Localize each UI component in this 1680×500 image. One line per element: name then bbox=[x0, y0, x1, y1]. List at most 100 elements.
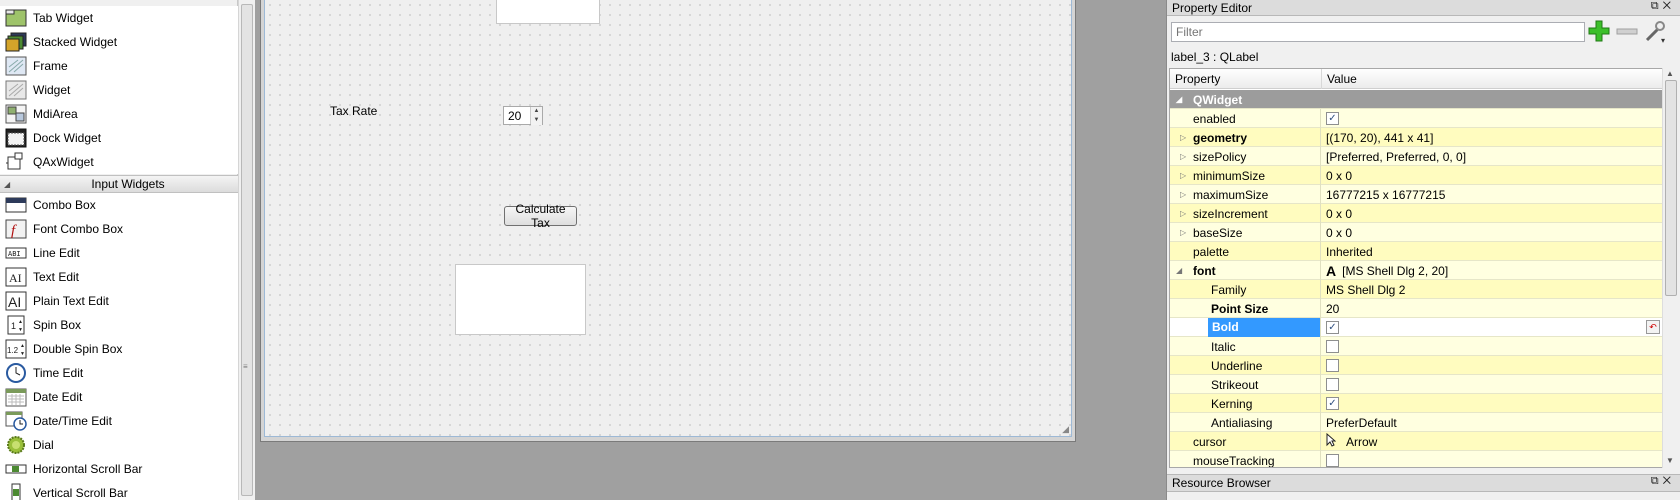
spin-down-icon[interactable]: ▼ bbox=[531, 116, 542, 125]
expand-arrow-icon[interactable]: ▷ bbox=[1180, 209, 1186, 218]
property-value[interactable]: [(170, 20), 441 x 41] bbox=[1326, 131, 1433, 145]
widget-item-vertical-scroll-bar[interactable]: Vertical Scroll Bar bbox=[0, 481, 238, 500]
widget-item-plain-text-edit[interactable]: AI Plain Text Edit bbox=[0, 289, 238, 313]
property-value[interactable]: [MS Shell Dlg 2, 20] bbox=[1342, 264, 1448, 278]
property-row-antialiasing[interactable]: Antialiasing PreferDefault bbox=[1170, 413, 1662, 432]
property-value[interactable]: Inherited bbox=[1326, 245, 1373, 259]
bold-checkbox[interactable]: ✓ bbox=[1326, 321, 1339, 334]
float-icon[interactable]: ⧉ bbox=[1651, 0, 1663, 12]
widget-item-line-edit[interactable]: ABI Line Edit bbox=[0, 241, 238, 265]
tax-rate-spinbox[interactable]: 20 ▲ ▼ bbox=[503, 106, 543, 125]
spinbox-buttons[interactable]: ▲ ▼ bbox=[530, 107, 542, 125]
scrollbar-thumb[interactable] bbox=[1665, 80, 1677, 296]
widget-item-text-edit[interactable]: AI Text Edit bbox=[0, 265, 238, 289]
expand-arrow-icon[interactable]: ▷ bbox=[1180, 190, 1186, 199]
property-row-underline[interactable]: Underline bbox=[1170, 356, 1662, 375]
property-row-bold[interactable]: Bold ✓ ↶ bbox=[1170, 318, 1662, 337]
svg-text:▲: ▲ bbox=[20, 343, 25, 349]
property-row-strikeout[interactable]: Strikeout bbox=[1170, 375, 1662, 394]
property-row-font[interactable]: ◢ font A [MS Shell Dlg 2, 20] bbox=[1170, 261, 1662, 280]
property-value[interactable]: 20 bbox=[1326, 302, 1339, 316]
property-group-qwidget[interactable]: ◢ QWidget bbox=[1170, 90, 1662, 109]
property-row-geometry[interactable]: ▷ geometry [(170, 20), 441 x 41] bbox=[1170, 128, 1662, 147]
property-row-sizeincrement[interactable]: ▷ sizeIncrement 0 x 0 bbox=[1170, 204, 1662, 223]
widget-item-combo-box[interactable]: Combo Box bbox=[0, 193, 238, 217]
expand-arrow-icon[interactable]: ▷ bbox=[1180, 133, 1186, 142]
underline-checkbox[interactable] bbox=[1326, 359, 1339, 372]
kerning-checkbox[interactable]: ✓ bbox=[1326, 397, 1339, 410]
add-property-button[interactable] bbox=[1587, 20, 1611, 44]
widget-item-mdi-area[interactable]: MdiArea bbox=[0, 102, 238, 126]
scroll-down-icon[interactable]: ▼ bbox=[1666, 456, 1674, 465]
property-value[interactable]: Arrow bbox=[1346, 435, 1377, 449]
expand-arrow-icon[interactable]: ▷ bbox=[1180, 152, 1186, 161]
property-row-basesize[interactable]: ▷ baseSize 0 x 0 bbox=[1170, 223, 1662, 242]
widget-item-date-time-edit[interactable]: Date/Time Edit bbox=[0, 409, 238, 433]
widget-item-widget[interactable]: Widget bbox=[0, 78, 238, 102]
property-row-enabled[interactable]: enabled ✓ bbox=[1170, 109, 1662, 128]
enabled-checkbox[interactable]: ✓ bbox=[1326, 112, 1339, 125]
property-value[interactable]: MS Shell Dlg 2 bbox=[1326, 283, 1405, 297]
property-value[interactable]: 0 x 0 bbox=[1326, 226, 1352, 240]
property-value[interactable]: PreferDefault bbox=[1326, 416, 1397, 430]
calculate-tax-button[interactable]: Calculate Tax bbox=[504, 202, 577, 230]
property-row-cursor[interactable]: cursor Arrow bbox=[1170, 432, 1662, 451]
filter-input[interactable] bbox=[1171, 22, 1585, 42]
property-row-italic[interactable]: Italic bbox=[1170, 337, 1662, 356]
column-header-property[interactable]: Property bbox=[1170, 69, 1322, 89]
widget-item-tab-widget[interactable]: Tab Widget bbox=[0, 6, 238, 30]
widget-item-font-combo-box[interactable]: f Font Combo Box bbox=[0, 217, 238, 241]
scroll-up-icon[interactable]: ▲ bbox=[1666, 69, 1674, 78]
property-value[interactable]: 0 x 0 bbox=[1326, 169, 1352, 183]
close-icon[interactable]: ✕ bbox=[1663, 475, 1675, 487]
property-row-family[interactable]: Family MS Shell Dlg 2 bbox=[1170, 280, 1662, 299]
tax-rate-label[interactable]: Tax Rate bbox=[330, 104, 377, 118]
widget-item-dock-widget[interactable]: Dock Widget bbox=[0, 126, 238, 150]
property-row-sizepolicy[interactable]: ▷ sizePolicy [Preferred, Preferred, 0, 0] bbox=[1170, 147, 1662, 166]
property-row-mousetracking[interactable]: mouseTracking bbox=[1170, 451, 1662, 467]
property-name: Family bbox=[1211, 282, 1247, 297]
widget-item-double-spin-box[interactable]: 1.2 ▲ ▼ Double Spin Box bbox=[0, 337, 238, 361]
collapse-arrow-icon[interactable]: ◢ bbox=[1176, 95, 1182, 104]
float-icon[interactable]: ⧉ bbox=[1651, 475, 1663, 487]
resize-grip-icon[interactable]: ◢ bbox=[1062, 424, 1069, 435]
widget-item-time-edit[interactable]: Time Edit bbox=[0, 361, 238, 385]
category-input-widgets[interactable]: ◢ Input Widgets bbox=[0, 175, 238, 193]
property-value[interactable]: 16777215 x 16777215 bbox=[1326, 188, 1445, 202]
widget-item-frame[interactable]: Frame bbox=[0, 54, 238, 78]
close-icon[interactable]: ✕ bbox=[1663, 0, 1675, 12]
expand-arrow-icon[interactable]: ▷ bbox=[1180, 171, 1186, 180]
remove-property-button[interactable] bbox=[1615, 20, 1639, 44]
widget-item-qaxwidget[interactable]: QAxWidget bbox=[0, 150, 238, 174]
property-row-minimumsize[interactable]: ▷ minimumSize 0 x 0 bbox=[1170, 166, 1662, 185]
property-table-scrollbar[interactable]: ▲ ▼ bbox=[1662, 68, 1679, 468]
property-row-kerning[interactable]: Kerning ✓ bbox=[1170, 394, 1662, 413]
property-value[interactable]: [Preferred, Preferred, 0, 0] bbox=[1326, 150, 1466, 164]
property-name-cell: mouseTracking bbox=[1170, 451, 1321, 467]
property-editor-titlebar: Property Editor ⧉✕ bbox=[1167, 0, 1680, 16]
result-label-widget[interactable] bbox=[455, 264, 586, 335]
property-row-maximumsize[interactable]: ▷ maximumSize 16777215 x 16777215 bbox=[1170, 185, 1662, 204]
property-row-palette[interactable]: palette Inherited bbox=[1170, 242, 1662, 261]
widget-item-spin-box[interactable]: 1 ▲ ▼ Spin Box bbox=[0, 313, 238, 337]
widget-item-horizontal-scroll-bar[interactable]: Horizontal Scroll Bar bbox=[0, 457, 238, 481]
property-row-point-size[interactable]: Point Size 20 bbox=[1170, 299, 1662, 318]
mousetracking-checkbox[interactable] bbox=[1326, 454, 1339, 467]
widget-item-stacked-widget[interactable]: Stacked Widget bbox=[0, 30, 238, 54]
widget-box-scrollbar[interactable]: ≡ bbox=[238, 0, 255, 500]
strikeout-checkbox[interactable] bbox=[1326, 378, 1339, 391]
spin-up-icon[interactable]: ▲ bbox=[531, 107, 542, 116]
collapse-arrow-icon[interactable]: ◢ bbox=[1176, 266, 1182, 275]
property-value[interactable]: 0 x 0 bbox=[1326, 207, 1352, 221]
widget-item-date-edit[interactable]: Date Edit bbox=[0, 385, 238, 409]
reset-property-icon[interactable]: ↶ bbox=[1646, 320, 1660, 334]
property-name-cell: Strikeout bbox=[1170, 375, 1321, 394]
form-label-widget[interactable] bbox=[496, 0, 600, 24]
expand-arrow-icon[interactable]: ▷ bbox=[1180, 228, 1186, 237]
widget-item-dial[interactable]: Dial bbox=[0, 433, 238, 457]
italic-checkbox[interactable] bbox=[1326, 340, 1339, 353]
configure-button[interactable]: ▾ bbox=[1643, 20, 1667, 45]
scrollbar-thumb[interactable] bbox=[241, 4, 253, 496]
column-header-value[interactable]: Value bbox=[1322, 69, 1662, 89]
form-surface[interactable]: Tax Rate 20 ▲ ▼ Calculate Tax ◢ bbox=[264, 0, 1072, 437]
